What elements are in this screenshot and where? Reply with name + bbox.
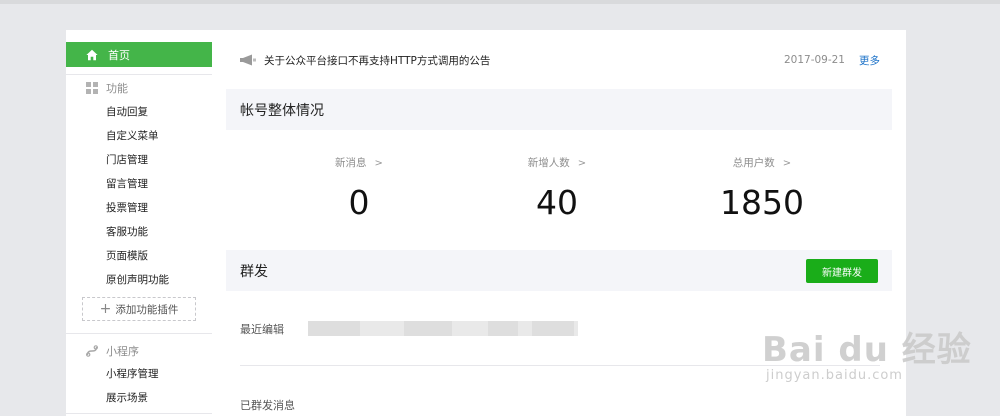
sidebar-group-functions: 功能 bbox=[86, 80, 128, 96]
blurred-content bbox=[532, 321, 574, 336]
more-link[interactable]: 更多 bbox=[859, 53, 880, 68]
watermark-logo: Bai du 经验 bbox=[762, 330, 972, 370]
chevron-right-icon: > bbox=[577, 158, 587, 169]
stat-value: 40 bbox=[536, 183, 578, 222]
miniprogram-icon bbox=[86, 345, 98, 357]
stat-value: 1850 bbox=[720, 183, 804, 222]
section-title: 群发 bbox=[240, 263, 268, 280]
account-stats: 新消息 > 0 新增人数 > 40 总用户数 > 1850 bbox=[226, 155, 892, 225]
sidebar-divider bbox=[66, 413, 212, 414]
home-icon bbox=[86, 49, 98, 60]
sent-messages-label: 已群发消息 bbox=[240, 399, 295, 412]
sidebar-divider bbox=[66, 74, 212, 75]
sidebar-group-title: 小程序 bbox=[106, 345, 139, 358]
stat-new-followers[interactable]: 新增人数 > 40 bbox=[457, 155, 657, 221]
top-border bbox=[0, 0, 1000, 4]
chevron-right-icon: > bbox=[782, 158, 792, 169]
add-plugin-button[interactable]: + 添加功能插件 bbox=[82, 297, 196, 321]
section-header-mass-send: 群发 bbox=[226, 250, 892, 291]
sidebar-divider bbox=[66, 333, 212, 334]
blurred-content bbox=[452, 321, 488, 336]
sidebar-item-page-template[interactable]: 页面模版 bbox=[106, 248, 148, 264]
stat-value: 0 bbox=[348, 183, 370, 222]
recent-edit-label: 最近编辑 bbox=[240, 323, 284, 336]
sidebar-item-original-declaration[interactable]: 原创声明功能 bbox=[106, 272, 169, 288]
stat-label: 总用户数 bbox=[732, 157, 775, 169]
section-title: 帐号整体情况 bbox=[240, 102, 324, 119]
grid-icon bbox=[86, 82, 98, 94]
blurred-content bbox=[308, 321, 360, 336]
stat-new-messages[interactable]: 新消息 > 0 bbox=[259, 155, 459, 221]
baidu-watermark: Bai du 经验 jingyan.baidu.com bbox=[758, 322, 984, 394]
sidebar-item-custom-menu[interactable]: 自定义菜单 bbox=[106, 128, 159, 144]
announcement-date: 2017-09-21 bbox=[783, 54, 845, 66]
sidebar-group-miniprogram: 小程序 bbox=[86, 343, 139, 359]
announcement-bar: 关于公众平台接口不再支持HTTP方式调用的公告 2017-09-21 更多 bbox=[240, 52, 880, 68]
chevron-right-icon: > bbox=[374, 158, 383, 169]
announcement-link[interactable]: 关于公众平台接口不再支持HTTP方式调用的公告 bbox=[264, 53, 784, 68]
sidebar-item-home-label: 首页 bbox=[108, 48, 130, 62]
sidebar-item-store-management[interactable]: 门店管理 bbox=[106, 152, 148, 168]
sidebar-item-miniprogram-management[interactable]: 小程序管理 bbox=[106, 366, 159, 382]
sidebar-item-comment-management[interactable]: 留言管理 bbox=[106, 176, 148, 192]
blurred-content bbox=[574, 321, 578, 336]
watermark-url: jingyan.baidu.com bbox=[766, 368, 903, 383]
sidebar: 首页 功能 自动回复 自定义菜单 门店管理 留言管理 投票管理 客服功能 页面模… bbox=[66, 30, 212, 416]
section-header-account: 帐号整体情况 bbox=[226, 89, 892, 130]
plus-icon: + bbox=[99, 301, 112, 317]
blurred-content bbox=[360, 321, 404, 336]
stat-label: 新增人数 bbox=[527, 157, 570, 169]
sidebar-item-vote-management[interactable]: 投票管理 bbox=[106, 200, 148, 216]
add-plugin-label: 添加功能插件 bbox=[115, 303, 179, 316]
sidebar-group-title: 功能 bbox=[106, 82, 128, 95]
blurred-content bbox=[404, 321, 452, 336]
sidebar-item-home[interactable]: 首页 bbox=[66, 42, 212, 67]
stat-label: 新消息 bbox=[335, 157, 367, 169]
megaphone-icon bbox=[240, 54, 256, 66]
sidebar-item-auto-reply[interactable]: 自动回复 bbox=[106, 104, 148, 120]
sidebar-item-customer-service[interactable]: 客服功能 bbox=[106, 224, 148, 240]
new-mass-send-button[interactable]: 新建群发 bbox=[806, 259, 878, 283]
sidebar-item-display-scenes[interactable]: 展示场景 bbox=[106, 390, 148, 406]
blurred-content bbox=[518, 321, 532, 336]
blurred-content bbox=[488, 321, 518, 336]
stat-total-users[interactable]: 总用户数 > 1850 bbox=[662, 155, 862, 221]
